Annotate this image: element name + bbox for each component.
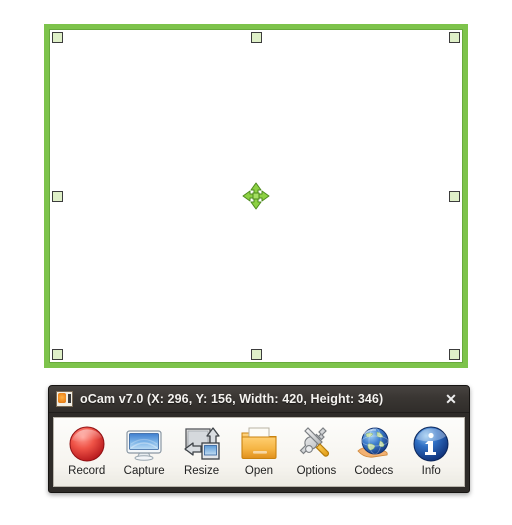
capture-button[interactable]: Capture [115,423,172,477]
window-title: oCam v7.0 (X: 296, Y: 156, Width: 420, H… [80,392,384,406]
move-arrows-icon[interactable] [241,181,271,211]
ocam-app-icon [56,391,73,407]
screen-capture-region[interactable] [44,24,468,368]
resize-button-label: Resize [183,465,220,477]
resize-button[interactable]: Resize [173,423,230,477]
codecs-button[interactable]: Codecs [345,423,402,477]
options-button[interactable]: Options [288,423,345,477]
resize-handle-top-left[interactable] [52,32,63,43]
main-toolbar: Record Capture Resize Open Options Codec… [53,417,465,487]
resize-handle-middle-left[interactable] [52,191,63,202]
monitor-icon [124,424,164,464]
info-icon [411,424,451,464]
open-button[interactable]: Open [230,423,287,477]
resize-handle-top-right[interactable] [449,32,460,43]
open-button-label: Open [244,465,274,477]
resize-handle-bottom-right[interactable] [449,349,460,360]
capture-button-label: Capture [123,465,165,477]
globe-icon [354,424,394,464]
resize-handle-bottom-center[interactable] [251,349,262,360]
codecs-button-label: Codecs [354,465,394,477]
resize-handle-bottom-left[interactable] [52,349,63,360]
window-title-bar[interactable]: oCam v7.0 (X: 296, Y: 156, Width: 420, H… [49,386,469,413]
info-button-label: Info [421,465,441,477]
resize-icon [182,424,222,464]
options-button-label: Options [296,465,337,477]
close-icon[interactable]: ✕ [437,389,465,410]
tools-icon [296,424,336,464]
info-button[interactable]: Info [403,423,460,477]
ocam-window[interactable]: oCam v7.0 (X: 296, Y: 156, Width: 420, H… [48,385,470,493]
record-button-label: Record [68,465,106,477]
record-button[interactable]: Record [58,423,115,477]
record-icon [67,424,107,464]
folder-icon [239,424,279,464]
resize-handle-middle-right[interactable] [449,191,460,202]
resize-handle-top-center[interactable] [251,32,262,43]
